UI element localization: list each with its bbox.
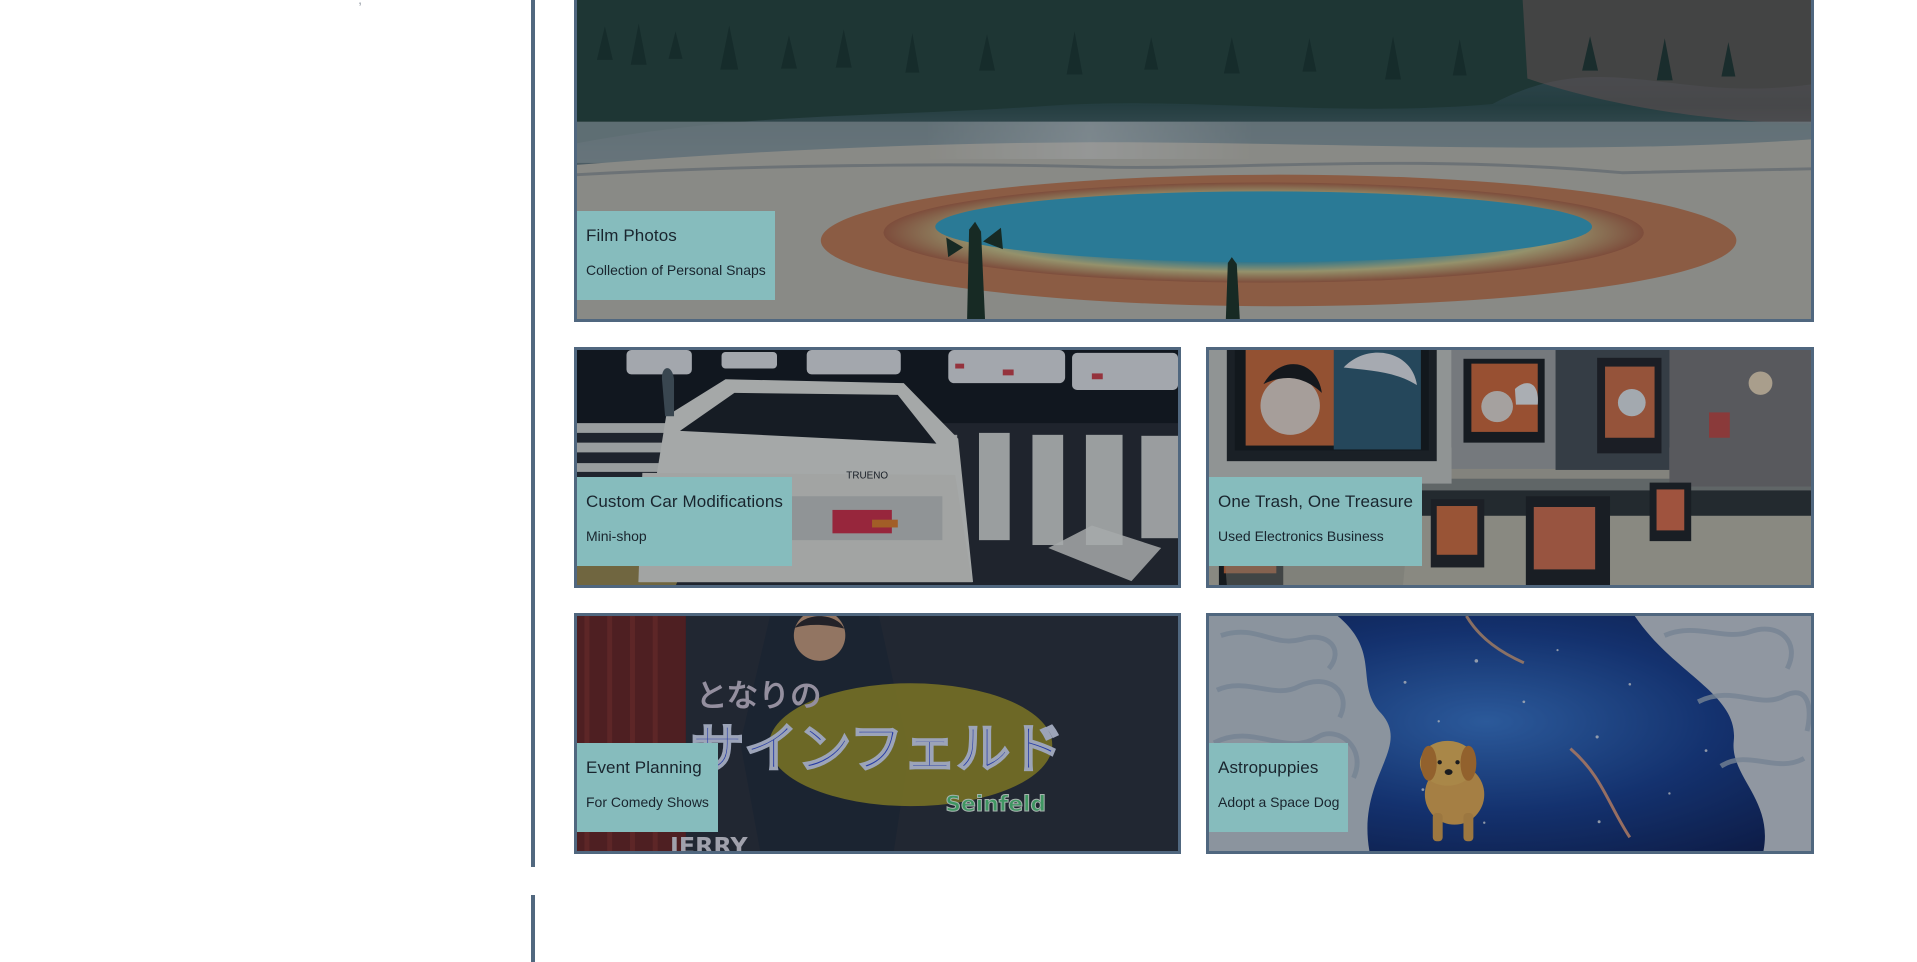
used-electronics-card[interactable]: One Trash, One Treasure Used Electronics… — [1206, 347, 1814, 588]
content-divider-lower — [531, 895, 535, 962]
show-brand: Seinfeld — [945, 792, 1046, 817]
film-photos-card[interactable]: Film Photos Collection of Personal Snaps — [574, 0, 1814, 322]
card-title: Custom Car Modifications — [586, 492, 784, 511]
card-subtitle: Adopt a Space Dog — [1218, 794, 1340, 810]
film-photos-caption: Film Photos Collection of Personal Snaps — [577, 211, 775, 300]
card-subtitle: For Comedy Shows — [586, 794, 709, 810]
card-subtitle: Used Electronics Business — [1218, 528, 1384, 544]
custom-car-card[interactable]: TRUENO Custom Car Modifications Mini-sho… — [574, 347, 1181, 588]
sidebar-stub-text: , — [340, 0, 362, 6]
portfolio-page: , — [0, 0, 1917, 962]
card-subtitle: Collection of Personal Snaps — [586, 262, 766, 278]
card-title: Film Photos — [586, 226, 677, 245]
show-small-title: となりの — [696, 679, 822, 715]
custom-car-caption: Custom Car Modifications Mini-shop — [577, 477, 793, 566]
show-main-title: サインフェルド — [691, 719, 1064, 781]
card-title: Event Planning — [586, 758, 702, 777]
show-lower-text: JERRY — [668, 832, 749, 851]
astropuppies-caption: Astropuppies Adopt a Space Dog — [1209, 743, 1349, 832]
card-title: One Trash, One Treasure — [1218, 492, 1414, 511]
astropuppies-card[interactable]: Astropuppies Adopt a Space Dog — [1206, 613, 1814, 854]
card-subtitle: Mini-shop — [586, 528, 647, 544]
event-planning-card[interactable]: となりの サインフェルド Seinfeld JERRY Event Planni… — [574, 613, 1181, 854]
card-title: Astropuppies — [1218, 758, 1319, 777]
car-plate-text: TRUENO — [846, 471, 888, 482]
used-electronics-caption: One Trash, One Treasure Used Electronics… — [1209, 477, 1423, 566]
content-divider-main — [531, 0, 535, 867]
event-planning-caption: Event Planning For Comedy Shows — [577, 743, 718, 832]
